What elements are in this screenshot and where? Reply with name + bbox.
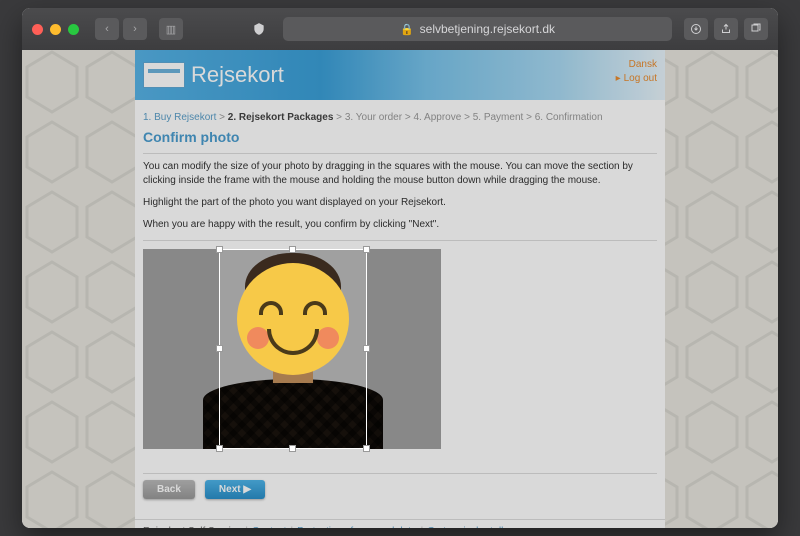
checkout-steps: 1. Buy Rejsekort > 2. Rejsekort Packages… [143, 112, 657, 123]
browser-window: ‹ › ▥ 🔒 selvbetjening.rejsekort.dk [22, 8, 778, 528]
page-title: Confirm photo [143, 129, 657, 145]
step-4: 4. Approve [413, 112, 461, 123]
crop-frame[interactable] [219, 249, 367, 449]
nav-forward-button[interactable]: › [123, 18, 147, 40]
crop-handle-e[interactable] [363, 345, 370, 352]
next-button[interactable]: Next ▶ [205, 480, 265, 499]
close-icon[interactable] [32, 24, 43, 35]
crop-handle-sw[interactable] [216, 445, 223, 452]
brand-name: Rejsekort [191, 62, 284, 88]
crop-handle-nw[interactable] [216, 246, 223, 253]
site-header: Rejsekort Dansk ▸Log out [135, 50, 665, 100]
step-2: 2. Rejsekort Packages [228, 112, 334, 123]
rejsekort-logo[interactable] [143, 62, 185, 88]
share-icon[interactable] [714, 18, 738, 40]
instruction-1: You can modify the size of your photo by… [143, 160, 657, 188]
instruction-2: Highlight the part of the photo you want… [143, 196, 657, 210]
footer-privacy[interactable]: Protection of personal data [297, 526, 417, 528]
footer-goto[interactable]: Go to rejsekort.dk [427, 526, 506, 528]
nav-back-button[interactable]: ‹ [95, 18, 119, 40]
browser-toolbar: ‹ › ▥ 🔒 selvbetjening.rejsekort.dk [22, 8, 778, 50]
step-6: 6. Confirmation [535, 112, 603, 123]
footer: Rejsekort Self Service|Contact|Protectio… [135, 519, 665, 528]
tabs-icon[interactable] [744, 18, 768, 40]
footer-contact[interactable]: Contact [252, 526, 286, 528]
logout-label: Log out [624, 73, 657, 84]
logout-link[interactable]: ▸Log out [616, 72, 657, 86]
lock-icon: 🔒 [400, 23, 414, 36]
step-3: 3. Your order [345, 112, 402, 123]
photo-editor[interactable] [143, 249, 441, 449]
downloads-icon[interactable] [684, 18, 708, 40]
instruction-3: When you are happy with the result, you … [143, 218, 657, 232]
crop-handle-s[interactable] [289, 445, 296, 452]
step-5: 5. Payment [473, 112, 524, 123]
minimize-icon[interactable] [50, 24, 61, 35]
url-text: selvbetjening.rejsekort.dk [420, 22, 555, 36]
back-button[interactable]: Back [143, 480, 195, 499]
traffic-lights[interactable] [32, 24, 79, 35]
shield-icon [247, 18, 271, 40]
crop-handle-se[interactable] [363, 445, 370, 452]
crop-handle-w[interactable] [216, 345, 223, 352]
crop-handle-n[interactable] [289, 246, 296, 253]
crop-handle-ne[interactable] [363, 246, 370, 253]
footer-brand: Rejsekort Self Service [143, 526, 241, 528]
address-bar[interactable]: 🔒 selvbetjening.rejsekort.dk [283, 17, 672, 41]
sidebar-toggle-icon[interactable]: ▥ [159, 18, 183, 40]
page-viewport[interactable]: Rejsekort Dansk ▸Log out 1. Buy Rejsekor… [22, 50, 778, 528]
step-1[interactable]: 1. Buy Rejsekort [143, 112, 216, 123]
maximize-icon[interactable] [68, 24, 79, 35]
arrow-icon: ▸ [616, 73, 621, 84]
content-column: Rejsekort Dansk ▸Log out 1. Buy Rejsekor… [135, 50, 665, 528]
language-link[interactable]: Dansk [616, 58, 657, 72]
